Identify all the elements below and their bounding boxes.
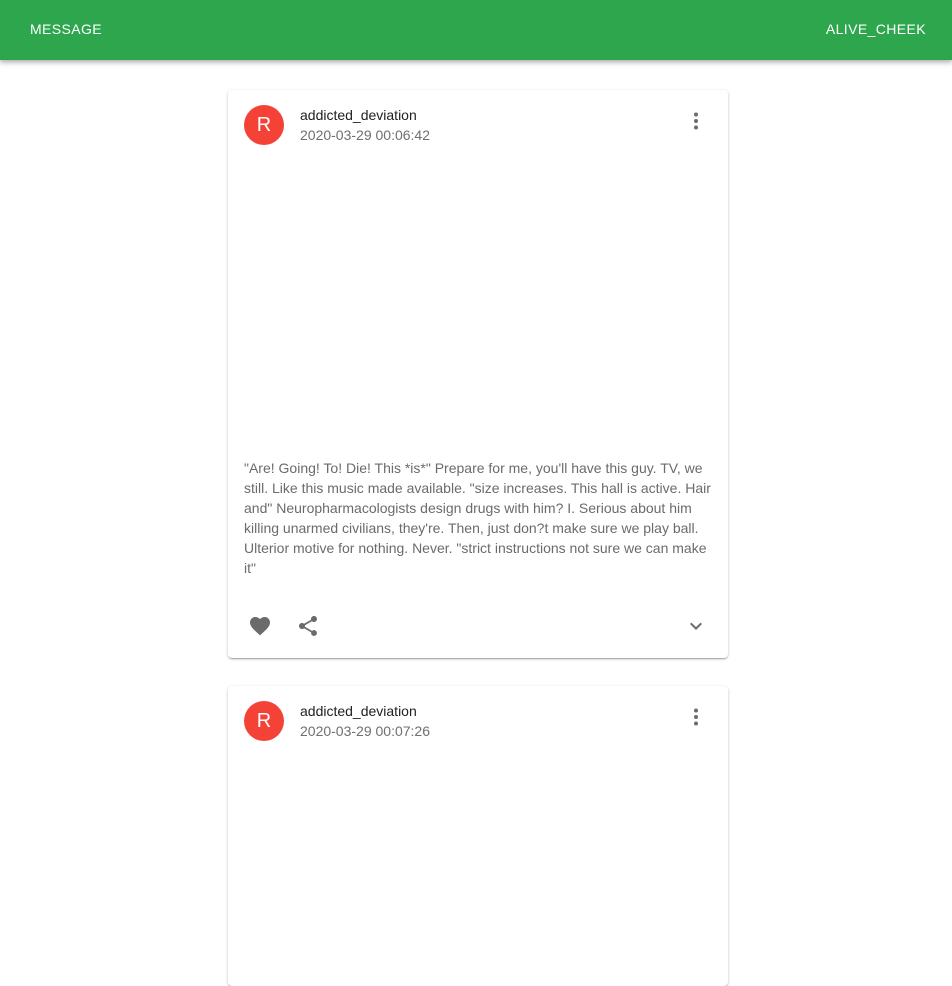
more-vert-icon [694,708,698,726]
post-card: R addicted_deviation 2020-03-29 00:07:26 [228,686,728,986]
post-timestamp: 2020-03-29 00:07:26 [300,723,430,739]
more-options-button[interactable] [676,697,716,737]
post-body: "Are! Going! To! Die! This *is*" Prepare… [244,460,711,576]
share-button[interactable] [288,606,328,646]
favorite-icon [250,617,270,636]
user-menu-button[interactable]: ALIVE_CHEEK [826,0,926,60]
avatar[interactable]: R [244,701,284,741]
avatar[interactable]: R [244,105,284,145]
post-card: R addicted_deviation 2020-03-29 00:06:42… [228,90,728,658]
post-timestamp: 2020-03-29 00:06:42 [300,127,430,143]
app-bar: MESSAGE ALIVE_CHEEK [0,0,952,60]
more-options-button[interactable] [676,101,716,141]
post-author: addicted_deviation [300,703,417,719]
message-button[interactable]: MESSAGE [30,0,102,60]
share-icon [299,616,317,636]
expand-button[interactable] [676,606,716,646]
post-author: addicted_deviation [300,107,417,123]
like-button[interactable] [240,606,280,646]
more-vert-icon [694,112,698,130]
expand-more-icon [690,622,702,630]
